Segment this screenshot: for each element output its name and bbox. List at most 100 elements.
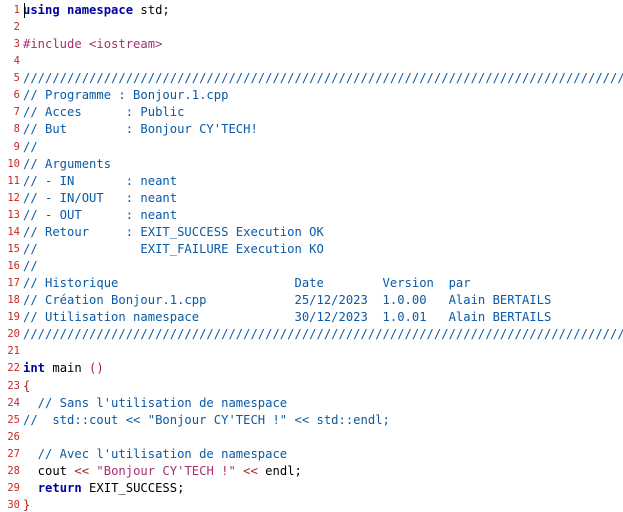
line-number: 20 [7, 328, 20, 341]
line-number: 17 [7, 277, 20, 290]
line-code: ////////////////////////////////////////… [23, 70, 623, 87]
line-number: 6 [13, 89, 20, 102]
line-number: 16 [7, 260, 20, 273]
code-editor[interactable]: 1 using namespace std; 2 3 #include <iostrea… [0, 0, 623, 512]
line-number: 11 [7, 174, 20, 187]
code-line[interactable]: 15// EXIT_FAILURE Execution KO // [0, 241, 623, 258]
line-number: 18 [7, 294, 20, 307]
code-token: { [23, 378, 31, 393]
code-token: // Sans l'utilisation de namespace [23, 395, 288, 410]
line-code: // - OUT : neant // [23, 207, 623, 224]
code-token: // EXIT_FAILURE Execution KO // [23, 241, 623, 256]
line-number: 21 [7, 345, 20, 358]
code-token: int [23, 361, 46, 376]
line-code: // Programme : Bonjour.1.cpp // [23, 87, 623, 104]
line-number: 30 [7, 499, 20, 512]
code-line[interactable]: 19// Utilisation namespace 30/12/2023 1.… [0, 309, 623, 326]
code-token: std; [133, 3, 170, 17]
code-token: EXIT_SUCCESS; [81, 480, 185, 495]
code-token: // - IN : neant // [23, 173, 623, 188]
code-line[interactable]: 23{ [0, 378, 623, 395]
line-number: 12 [7, 191, 20, 204]
line-number: 29 [7, 481, 20, 494]
code-line[interactable]: 1 using namespace std; [0, 2, 623, 19]
line-code: // Utilisation namespace 30/12/2023 1.0.… [23, 309, 623, 326]
line-code: // Historique Date Version par // [23, 275, 623, 292]
code-token: using namespace [23, 3, 134, 17]
code-line[interactable]: 22 int main () [0, 360, 623, 377]
code-line[interactable]: 21 [0, 343, 623, 360]
code-line[interactable]: 18// Création Bonjour.1.cpp 25/12/2023 1… [0, 292, 623, 309]
code-line[interactable]: 27 // Avec l'utilisation de namespace [0, 446, 623, 463]
code-line[interactable]: 30} [0, 497, 623, 512]
line-number: 26 [7, 430, 20, 443]
code-line[interactable]: 14// Retour : EXIT_SUCCESS Execution OK … [0, 224, 623, 241]
code-token: // Avec l'utilisation de namespace [23, 446, 288, 461]
line-number: 28 [7, 464, 20, 477]
code-line[interactable]: 6// Programme : Bonjour.1.cpp // [0, 87, 623, 104]
line-number: 2 [13, 21, 20, 34]
line-number: 3 [13, 38, 20, 51]
code-token: // - OUT : neant // [23, 207, 623, 222]
code-token: // Utilisation namespace 30/12/2023 1.0.… [23, 310, 623, 325]
code-line[interactable]: 28 cout << "Bonjour CY'TECH !" << endl; [0, 463, 623, 480]
code-token: // Acces : Public // [23, 105, 623, 120]
code-line[interactable]: 2 [0, 19, 623, 36]
code-line[interactable]: 7// Acces : Public // [0, 104, 623, 121]
line-number: 4 [13, 55, 20, 68]
line-number: 23 [7, 379, 20, 392]
line-number: 10 [7, 157, 20, 170]
line-code: // Arguments // [23, 156, 623, 173]
code-line[interactable]: 26 [0, 429, 623, 446]
code-token: << [243, 463, 258, 478]
code-line[interactable]: 13// - OUT : neant // [0, 207, 623, 224]
line-code: // - IN/OUT : neant // [23, 190, 623, 207]
line-code: // Retour : EXIT_SUCCESS Execution OK // [23, 224, 623, 241]
code-line[interactable]: 8// But : Bonjour CY'TECH! // [0, 121, 623, 138]
code-line[interactable]: 5///////////////////////////////////////… [0, 70, 623, 87]
code-line[interactable]: 12// - IN/OUT : neant // [0, 190, 623, 207]
line-code: ////////////////////////////////////////… [23, 326, 623, 343]
line-number: 7 [13, 106, 20, 119]
code-token: << [74, 463, 90, 478]
line-code: // - IN : neant // [23, 173, 623, 190]
code-token: () [89, 361, 104, 376]
code-line[interactable]: 16// // [0, 258, 623, 275]
code-token: // Historique Date Version par // [23, 276, 623, 291]
code-token: // Programme : Bonjour.1.cpp // [23, 88, 623, 103]
code-token: // Retour : EXIT_SUCCESS Execution OK // [23, 224, 623, 239]
line-code: // Acces : Public // [23, 104, 623, 121]
code-line[interactable]: 11// - IN : neant // [0, 173, 623, 190]
text-cursor [24, 3, 25, 18]
line-number: 22 [7, 362, 20, 375]
code-line[interactable]: 9// // [0, 139, 623, 156]
code-line[interactable]: 20//////////////////////////////////////… [0, 326, 623, 343]
code-line[interactable]: 29 return EXIT_SUCCESS; [0, 480, 623, 497]
code-line[interactable]: 24 // Sans l'utilisation de namespace [0, 395, 623, 412]
code-token: #include <iostream> [23, 37, 163, 52]
code-line[interactable]: 10// Arguments // [0, 156, 623, 173]
code-token: // Arguments // [23, 156, 623, 171]
code-token: endl; [257, 463, 302, 478]
line-code: // Sans l'utilisation de namespace [23, 395, 287, 412]
code-token: } [23, 498, 31, 512]
line-number: 24 [7, 396, 20, 409]
line-number: 14 [7, 225, 20, 238]
line-number: 13 [7, 208, 20, 221]
code-token: // - IN/OUT : neant // [23, 190, 623, 205]
code-line[interactable]: 25// std::cout << "Bonjour CY'TECH !" <<… [0, 412, 623, 429]
code-line[interactable]: 17// Historique Date Version par // [0, 275, 623, 292]
line-number: 8 [13, 123, 20, 136]
code-token: "Bonjour CY'TECH !" [89, 463, 236, 478]
line-code: } [23, 497, 30, 512]
line-code: // // [23, 139, 623, 156]
line-code: // EXIT_FAILURE Execution KO // [23, 241, 623, 258]
code-token: // But : Bonjour CY'TECH! // [23, 122, 623, 137]
code-token: ////////////////////////////////////////… [23, 71, 623, 86]
code-line[interactable]: 4 [0, 53, 623, 70]
code-line[interactable]: 3 #include <iostream> [0, 36, 623, 53]
code-token: // std::cout << "Bonjour CY'TECH !" << s… [23, 412, 390, 427]
line-code: using namespace std; [23, 2, 170, 19]
code-token: return [37, 480, 82, 495]
line-code: // Avec l'utilisation de namespace [23, 446, 287, 463]
